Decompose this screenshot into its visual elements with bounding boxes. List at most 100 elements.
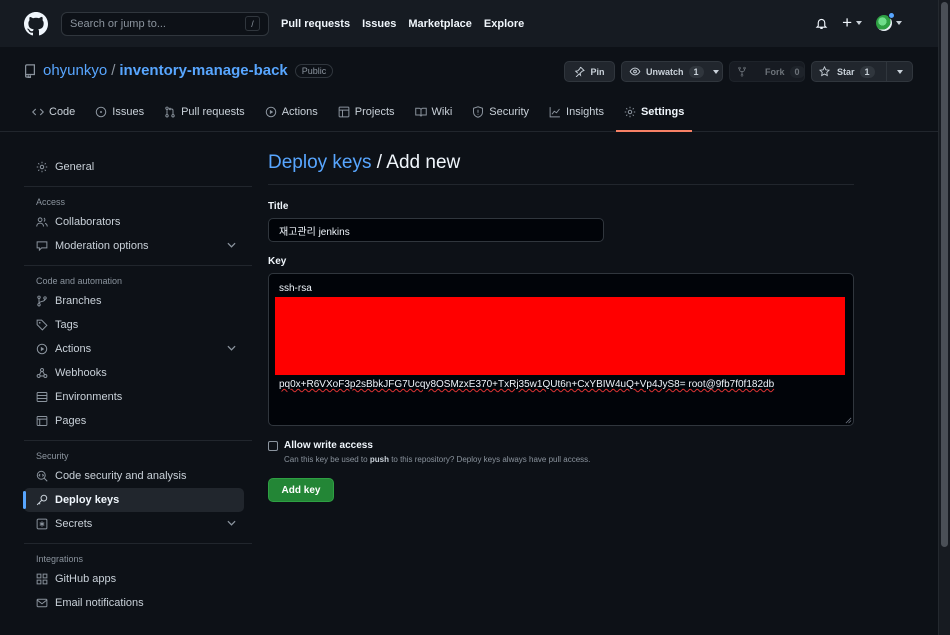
key-line-last: pq0x+R6VXoF3p2sBbkJFG7Ucqy8OSMzxE370+TxR… [279, 379, 775, 390]
tab-actions[interactable]: Actions [257, 96, 326, 131]
tab-code[interactable]: Code [24, 96, 83, 131]
tab-label: Projects [354, 106, 395, 118]
sidebar-item-label: Branches [55, 295, 102, 307]
tab-insights[interactable]: Insights [541, 96, 612, 131]
watch-count: 1 [688, 65, 704, 78]
tab-pull-requests[interactable]: Pull requests [156, 96, 253, 131]
repo-actions: Pin [564, 61, 615, 82]
allow-write-checkbox[interactable] [268, 440, 278, 451]
nav-explore[interactable]: Explore [484, 18, 524, 30]
server-icon [36, 391, 48, 403]
page-title: Deploy keys / Add new [268, 152, 854, 185]
tab-settings[interactable]: Settings [615, 96, 693, 132]
tab-wiki[interactable]: Wiki [407, 96, 461, 131]
star-button[interactable]: Star 1 [811, 61, 887, 82]
sidebar-item-branches[interactable]: Branches [24, 289, 252, 313]
sidebar-divider [24, 543, 252, 544]
watch-group: Unwatch 1 [621, 61, 723, 82]
fork-button[interactable]: Fork 0 [729, 61, 805, 82]
issue-icon [95, 106, 107, 118]
bell-icon[interactable] [815, 17, 828, 30]
sidebar-heading-code: Code and automation [36, 276, 123, 286]
eye-icon [629, 66, 641, 77]
sidebar-item-secrets[interactable]: Secrets [24, 512, 252, 536]
graph-icon [549, 106, 561, 118]
sidebar-item-email-notifications[interactable]: Email notifications [24, 591, 252, 615]
star-list-dropdown[interactable] [887, 61, 913, 82]
chevron-down-icon [227, 345, 236, 351]
header-actions: + [815, 12, 902, 32]
sidebar-heading-integrations: Integrations [36, 554, 84, 564]
create-new-button[interactable]: + [842, 13, 862, 32]
search-input[interactable]: Search or jump to... / [61, 11, 269, 36]
pin-icon [574, 66, 586, 77]
search-placeholder: Search or jump to... [70, 17, 166, 30]
chevron-down-icon [227, 242, 236, 248]
repo-separator: / [111, 62, 116, 79]
key-textarea[interactable]: ssh-rsa pq0x+R6VXoF3p2sBbkJFG7Ucqy8OSMzx… [268, 273, 854, 426]
repo-name-link[interactable]: inventory-manage-back [119, 62, 287, 79]
settings-sidebar: General Access Collaborators Moderation … [23, 155, 252, 615]
sidebar-item-tags[interactable]: Tags [24, 313, 252, 337]
nav-pull-requests[interactable]: Pull requests [281, 18, 350, 30]
repo-owner-link[interactable]: ohyunkyo [43, 62, 107, 79]
user-menu-button[interactable] [876, 12, 902, 31]
tab-label: Actions [281, 106, 318, 118]
nav-issues[interactable]: Issues [362, 18, 396, 30]
pin-button[interactable]: Pin [564, 61, 615, 82]
sidebar-item-general[interactable]: General [24, 155, 252, 179]
repo-tabs: Code Issues Pull requests Actions Projec… [0, 96, 938, 132]
nav-marketplace[interactable]: Marketplace [408, 18, 472, 30]
sidebar-item-label: Tags [55, 319, 79, 331]
fork-count: 0 [789, 65, 805, 78]
avatar [876, 12, 895, 31]
allow-write-label[interactable]: Allow write access [284, 440, 373, 451]
sidebar-divider [24, 265, 252, 266]
sidebar-item-environments[interactable]: Environments [24, 385, 252, 409]
github-logo-icon[interactable] [24, 11, 48, 36]
sidebar-item-label: Collaborators [55, 216, 121, 228]
chevron-down-icon [227, 520, 236, 526]
scrollbar-thumb[interactable] [941, 2, 948, 547]
pull-request-icon [164, 106, 176, 118]
sidebar-item-label: Environments [55, 391, 123, 403]
page-scrollbar[interactable] [938, 0, 950, 635]
global-header: Search or jump to... / Pull requests Iss… [0, 0, 938, 47]
tab-label: Security [489, 106, 530, 118]
tab-label: Code [49, 106, 76, 118]
resize-handle-icon[interactable] [845, 417, 852, 424]
tab-security[interactable]: Security [464, 96, 537, 131]
unwatch-button[interactable]: Unwatch 1 [621, 61, 723, 82]
star-count: 1 [859, 65, 875, 78]
allow-write-row: Allow write access [268, 440, 854, 451]
allow-write-note: Can this key be used to push to this rep… [284, 455, 854, 464]
sidebar-item-label: Moderation options [55, 240, 149, 252]
fork-label: Fork [765, 66, 785, 77]
add-key-button[interactable]: Add key [268, 478, 334, 502]
breadcrumb-deploy-keys[interactable]: Deploy keys [268, 152, 372, 173]
codescan-icon [36, 470, 48, 482]
apps-icon [36, 573, 48, 585]
plus-icon: + [842, 13, 852, 32]
mail-icon [36, 597, 48, 609]
sidebar-item-github-apps[interactable]: GitHub apps [24, 567, 252, 591]
deploy-key-form: Deploy keys / Add new Title Key ssh-rsa … [268, 152, 854, 502]
tab-projects[interactable]: Projects [330, 96, 403, 131]
comment-icon [36, 240, 48, 252]
tab-issues[interactable]: Issues [87, 96, 152, 131]
title-field[interactable] [268, 218, 604, 242]
sidebar-item-code-security[interactable]: Code security and analysis [24, 464, 252, 488]
asterisk-icon [36, 518, 48, 530]
star-label: Star [837, 66, 855, 77]
visibility-badge: Public [294, 63, 334, 78]
sidebar-item-actions[interactable]: Actions [24, 337, 252, 361]
sidebar-item-pages[interactable]: Pages [24, 409, 252, 433]
sidebar-item-deploy-keys[interactable]: Deploy keys [23, 488, 244, 512]
chevron-down-icon [856, 21, 862, 25]
shield-icon [472, 106, 484, 118]
sidebar-item-label: Code security and analysis [55, 470, 187, 482]
sidebar-item-collaborators[interactable]: Collaborators [24, 210, 252, 234]
sidebar-item-webhooks[interactable]: Webhooks [24, 361, 252, 385]
sidebar-item-label: Deploy keys [55, 494, 120, 506]
sidebar-item-moderation[interactable]: Moderation options [24, 234, 252, 258]
